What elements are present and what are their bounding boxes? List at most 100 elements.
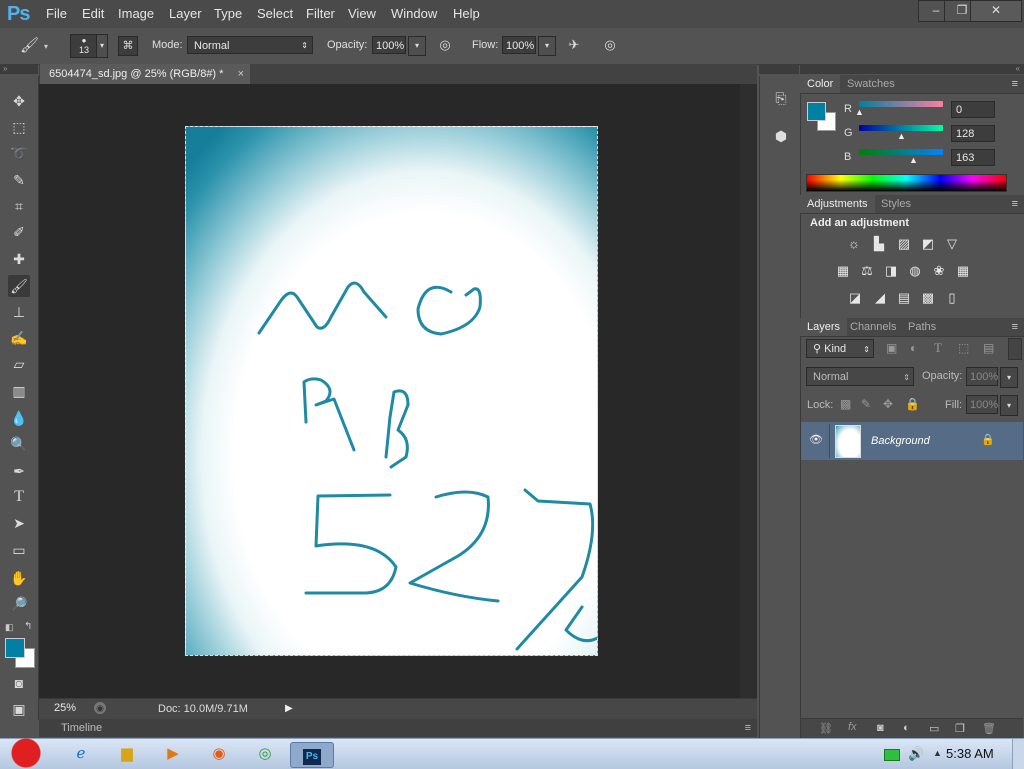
invert-icon[interactable]: ◪ <box>847 290 863 306</box>
r-slider-thumb[interactable]: ▲ <box>855 107 864 117</box>
curves-icon[interactable]: ▨ <box>896 236 912 252</box>
gradient-tool-icon[interactable]: ▥ <box>8 380 30 402</box>
tab-paths[interactable]: Paths <box>901 318 943 336</box>
eyedropper-tool-icon[interactable]: ✐ <box>8 221 30 243</box>
levels-icon[interactable]: ▙ <box>871 236 887 252</box>
clock[interactable]: 5:38 AM <box>946 746 994 761</box>
filter-smart-object-icon[interactable]: ▤ <box>983 341 994 355</box>
healing-brush-tool-icon[interactable]: ✚ <box>8 248 30 270</box>
panel-menu-icon[interactable]: ≡ <box>1012 75 1018 93</box>
filter-toggle[interactable] <box>1008 338 1022 360</box>
pressure-opacity-icon[interactable]: ◎ <box>435 37 455 55</box>
vibrance-icon[interactable]: ▽ <box>944 236 960 252</box>
threshold-icon[interactable]: ▤ <box>896 290 912 306</box>
filter-type-icon[interactable]: T <box>934 340 942 356</box>
foreground-color-swatch[interactable] <box>5 638 25 658</box>
selective-color-icon[interactable]: ▩ <box>920 290 936 306</box>
zoom-level[interactable]: 25% <box>45 701 93 716</box>
status-menu-icon[interactable]: ◉ <box>94 702 106 714</box>
crop-tool-icon[interactable]: ⌗ <box>8 195 30 217</box>
panels-collapse-strip[interactable]: « <box>800 64 1024 74</box>
menu-select[interactable]: Select <box>257 6 293 21</box>
menu-edit[interactable]: Edit <box>82 6 104 21</box>
battery-icon[interactable] <box>884 749 900 761</box>
tab-adjustments[interactable]: Adjustments <box>800 195 875 213</box>
color-lookup-icon[interactable]: ▦ <box>955 263 971 279</box>
photo-filter-icon[interactable]: ◍ <box>907 263 923 279</box>
zoom-tool-icon[interactable]: 🔎 <box>8 593 30 615</box>
blur-tool-icon[interactable]: 💧 <box>8 407 30 429</box>
pen-tool-icon[interactable]: ✒ <box>8 460 30 482</box>
lasso-tool-icon[interactable]: ➰ <box>8 142 30 164</box>
type-tool-icon[interactable]: T <box>8 486 30 508</box>
airbrush-icon[interactable]: ✈ <box>564 37 584 55</box>
black-white-icon[interactable]: ◨ <box>883 263 899 279</box>
g-slider-thumb[interactable]: ▲ <box>897 131 906 141</box>
lock-pixels-icon[interactable]: ✎ <box>861 397 871 411</box>
toolbar-collapse-strip[interactable]: » <box>0 64 38 74</box>
layer-blend-mode-select[interactable]: Normal ⇕ <box>806 367 914 386</box>
b-slider[interactable] <box>859 149 943 155</box>
swap-colors-icon[interactable]: ↰ <box>24 621 32 632</box>
eraser-tool-icon[interactable]: ▱ <box>8 353 30 375</box>
timeline-panel[interactable]: Timeline ≡ <box>39 719 757 737</box>
tray-chevron-icon[interactable]: ▲ <box>933 748 942 758</box>
trash-icon[interactable]: 🗑 <box>982 722 996 735</box>
brush-tool-icon[interactable]: 🖌 <box>8 275 30 297</box>
angry-birds-start-icon[interactable] <box>6 731 46 769</box>
image-canvas[interactable] <box>185 126 598 656</box>
gradient-map-icon[interactable]: ▯ <box>944 290 960 306</box>
menu-filter[interactable]: Filter <box>306 6 335 21</box>
color-balance-icon[interactable]: ⚖ <box>859 263 875 279</box>
link-layers-icon[interactable]: ⛓ <box>819 722 833 735</box>
menu-view[interactable]: View <box>348 6 376 21</box>
mode-select[interactable]: Normal ⇕ <box>187 36 313 54</box>
menu-layer[interactable]: Layer <box>169 6 202 21</box>
photoshop-taskbar-button[interactable]: Ps <box>290 742 334 768</box>
eye-icon[interactable]: 👁 <box>809 433 823 447</box>
folder-icon[interactable]: ▆ <box>108 742 146 766</box>
brush-tool-preset-icon[interactable]: 🖌 <box>20 36 44 56</box>
filter-adjustment-icon[interactable]: ◐ <box>910 341 917 355</box>
lock-transparent-icon[interactable]: ▩ <box>840 397 851 411</box>
panel-menu-icon[interactable]: ≡ <box>1012 318 1018 336</box>
dodge-tool-icon[interactable]: 🔍 <box>8 433 30 455</box>
marquee-tool-icon[interactable]: ⬚ <box>8 116 30 138</box>
quick-selection-tool-icon[interactable]: ✎ <box>8 169 30 191</box>
history-panel-icon[interactable]: ⎘ <box>772 90 790 108</box>
opacity-input[interactable]: 100% <box>372 36 406 54</box>
brightness-icon[interactable]: ☼ <box>846 236 862 252</box>
chevron-down-icon[interactable]: ▾ <box>96 34 108 58</box>
volume-icon[interactable]: 🔊 <box>908 746 924 762</box>
chevron-down-icon[interactable]: ▾ <box>1000 367 1018 388</box>
menu-window[interactable]: Window <box>391 6 437 21</box>
panel-menu-icon[interactable]: ≡ <box>745 719 751 737</box>
clone-stamp-tool-icon[interactable]: ⊥ <box>8 301 30 323</box>
layer-row-background[interactable]: 👁 Background 🔒 <box>801 422 1023 460</box>
color-spectrum-bar[interactable] <box>806 174 1007 192</box>
chevron-down-icon[interactable]: ▾ <box>408 36 426 56</box>
chrome-icon[interactable]: ◎ <box>246 742 284 766</box>
vertical-scrollbar[interactable] <box>740 84 757 698</box>
close-tab-icon[interactable]: × <box>238 64 244 84</box>
flow-input[interactable]: 100% <box>502 36 536 54</box>
new-group-icon[interactable]: ▭ <box>929 722 939 735</box>
lock-all-icon[interactable]: 🔒 <box>905 397 920 411</box>
exposure-icon[interactable]: ◩ <box>920 236 936 252</box>
show-desktop-button[interactable] <box>1012 739 1024 769</box>
r-input[interactable]: 0 <box>951 101 995 118</box>
tab-color[interactable]: Color <box>800 75 841 93</box>
menu-help[interactable]: Help <box>453 6 480 21</box>
path-selection-tool-icon[interactable]: ➤ <box>8 512 30 534</box>
tab-channels[interactable]: Channels <box>843 318 903 336</box>
menu-type[interactable]: Type <box>214 6 242 21</box>
layer-filter-select[interactable]: ⚲ Kind ⇕ <box>806 339 874 358</box>
hand-tool-icon[interactable]: ✋ <box>8 567 30 589</box>
chevron-down-icon[interactable]: ▾ <box>1000 395 1018 416</box>
fx-icon[interactable]: fx <box>848 721 857 733</box>
filter-pixel-icon[interactable]: ▣ <box>886 341 897 355</box>
layer-fill-input[interactable]: 100% <box>966 395 998 414</box>
menu-file[interactable]: File <box>46 6 67 21</box>
quick-mask-icon[interactable]: ◙ <box>8 672 30 694</box>
new-layer-icon[interactable]: ❐ <box>955 722 965 735</box>
